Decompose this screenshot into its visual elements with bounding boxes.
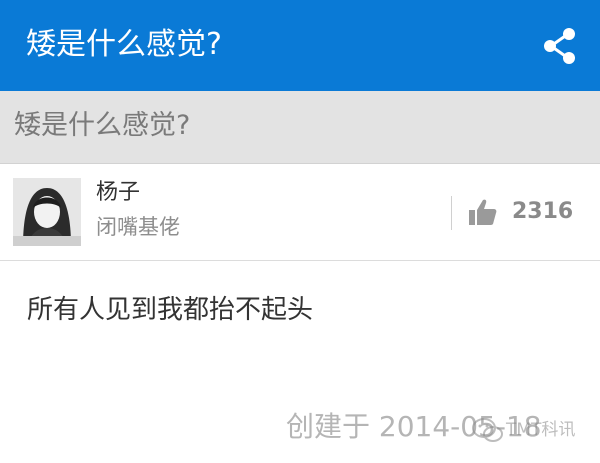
question-title-bar[interactable]: 矮是什么感觉? [0, 91, 600, 164]
answer-text: 所有人见到我都抬不起头 [27, 295, 314, 325]
thumbs-up-icon [469, 199, 497, 225]
watermark: TMT科讯 [472, 414, 600, 448]
author-name[interactable]: 杨子 [96, 178, 140, 208]
share-button[interactable] [540, 26, 580, 66]
app-header: 矮是什么感觉? [0, 0, 600, 91]
upvote-button[interactable]: 2316 [468, 194, 588, 232]
author-row[interactable]: 杨子 闭嘴基佬 2316 [0, 164, 600, 261]
divider [451, 196, 452, 230]
upvote-count: 2316 [512, 199, 574, 224]
wechat-icon [472, 418, 503, 442]
question-title: 矮是什么感觉? [14, 110, 191, 141]
avatar[interactable] [13, 178, 81, 246]
avatar-image [13, 178, 81, 246]
watermark-text: TMT科讯 [506, 420, 576, 440]
header-title: 矮是什么感觉? [26, 27, 222, 62]
author-bio: 闭嘴基佬 [96, 215, 180, 239]
share-icon [544, 28, 575, 64]
